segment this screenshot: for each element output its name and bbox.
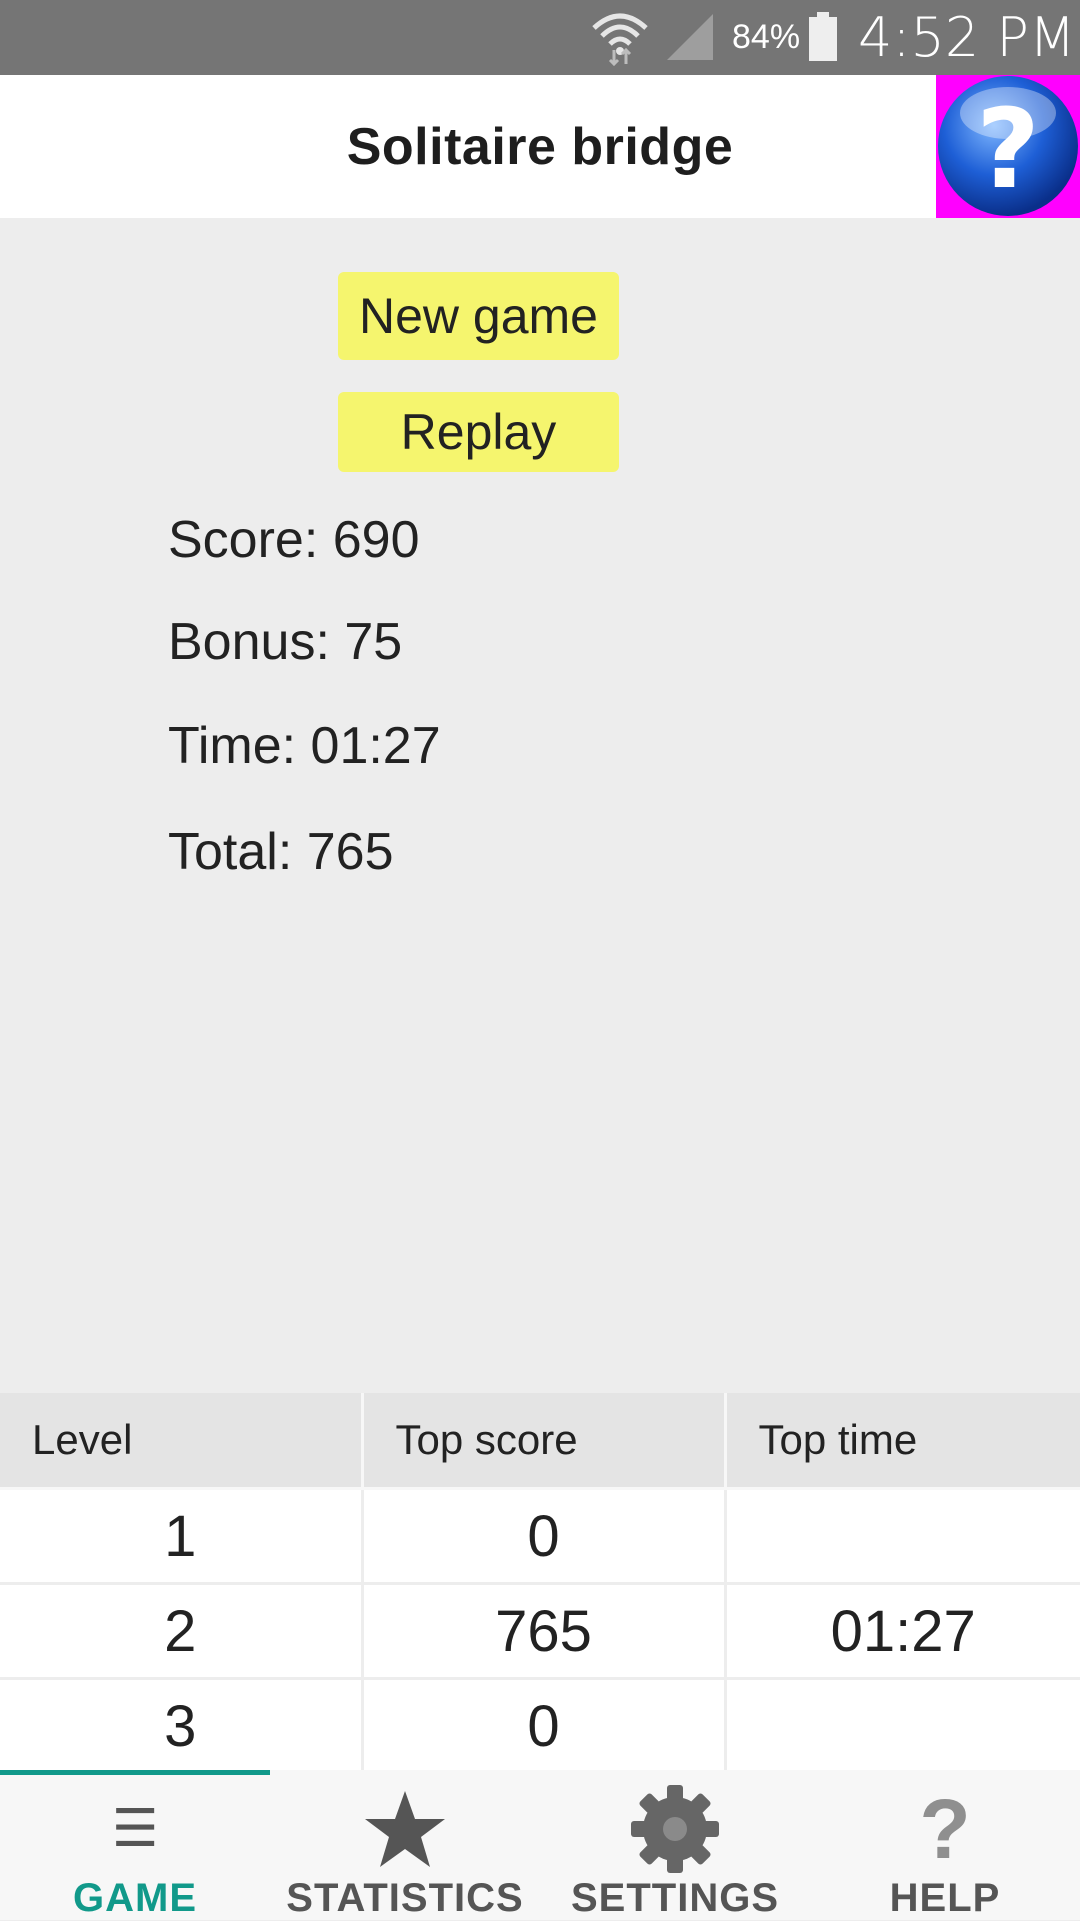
- replay-button[interactable]: Replay: [338, 392, 619, 472]
- question-icon: ?: [919, 1782, 971, 1876]
- top-time-cell: [725, 1488, 1080, 1585]
- new-game-button[interactable]: New game: [338, 272, 619, 360]
- gear-icon: [631, 1785, 719, 1873]
- table-row: 3 0: [0, 1678, 1080, 1775]
- tab-game[interactable]: ☰ GAME: [0, 1770, 270, 1920]
- tab-statistics-label: STATISTICS: [286, 1876, 524, 1920]
- star-icon: [365, 1791, 445, 1867]
- battery-icon: [809, 12, 837, 61]
- signal-icon: [667, 14, 713, 60]
- tab-game-label: GAME: [73, 1876, 197, 1920]
- status-bar: 84% 4:52 PM: [0, 0, 1080, 75]
- column-header-level: Level: [0, 1393, 364, 1490]
- tab-statistics[interactable]: STATISTICS: [270, 1770, 540, 1920]
- svg-text:?: ?: [976, 85, 1040, 213]
- top-time-cell: [725, 1678, 1080, 1775]
- records-table: Level Top score Top time 1 0 2 765 01:27…: [0, 1393, 1080, 1775]
- top-score-cell: 0: [362, 1678, 727, 1775]
- time-text: Time: 01:27: [168, 717, 441, 775]
- clock: 4:52 PM: [858, 6, 1076, 69]
- level-cell: 2: [0, 1583, 364, 1680]
- question-icon: ?: [938, 76, 1078, 216]
- top-score-cell: 765: [362, 1583, 727, 1680]
- menu-icon: ☰: [111, 1800, 159, 1858]
- wifi-icon: [592, 13, 648, 66]
- column-header-top-time: Top time: [725, 1393, 1080, 1490]
- top-time-cell: 01:27: [725, 1583, 1080, 1680]
- help-button[interactable]: ?: [936, 75, 1080, 218]
- total-text: Total: 765: [168, 823, 394, 881]
- battery-percent: 84%: [732, 18, 801, 56]
- tab-help[interactable]: ? HELP: [810, 1770, 1080, 1920]
- tab-settings[interactable]: SETTINGS: [540, 1770, 810, 1920]
- top-score-cell: 0: [362, 1488, 727, 1585]
- bonus-text: Bonus: 75: [168, 613, 403, 671]
- table-row: 2 765 01:27: [0, 1583, 1080, 1680]
- column-header-top-score: Top score: [362, 1393, 727, 1490]
- score-text: Score: 690: [168, 511, 420, 569]
- tab-help-label: HELP: [889, 1876, 1001, 1920]
- bottom-nav: ☰ GAME STATISTICS SETTINGS ? HELP: [0, 1770, 1080, 1920]
- table-row: 1 0: [0, 1488, 1080, 1585]
- page-title: Solitaire bridge: [346, 118, 734, 176]
- level-cell: 1: [0, 1488, 364, 1585]
- level-cell: 3: [0, 1678, 364, 1775]
- table-header-row: Level Top score Top time: [0, 1393, 1080, 1490]
- app-header: Solitaire bridge ?: [0, 75, 1080, 218]
- tab-settings-label: SETTINGS: [570, 1876, 780, 1920]
